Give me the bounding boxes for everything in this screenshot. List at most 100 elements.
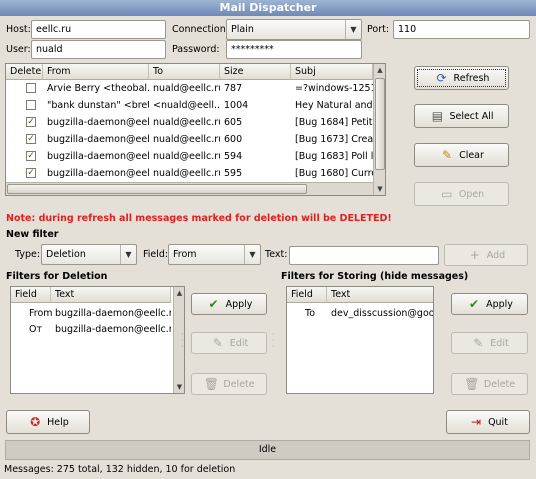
message-size: 1004 [224, 100, 249, 111]
message-subject: [Bug 1683] Poll log [295, 151, 373, 162]
lifebuoy-icon: ✪ [30, 415, 41, 429]
message-subject: [Bug 1673] Creatin [295, 134, 373, 145]
filter-text: bugzilla-daemon@eellc.ru [55, 324, 171, 335]
table-row[interactable]: Arvie Berry <theobal... nuald@eellc.ru 787… [6, 80, 373, 97]
field-label: Field: [143, 249, 169, 260]
message-size: 595 [224, 168, 243, 179]
table-row[interactable]: ✓ bugzilla-daemon@eellc... nuald@eellc.ru 6… [6, 131, 373, 148]
new-filter-heading: New filter [6, 229, 59, 240]
message-to: nuald@eellc.ru [153, 134, 220, 145]
deletion-filters-table[interactable]: Field Text From bugzilla-daemon@eellc.ru… [10, 286, 185, 394]
connection-label: Connection: [172, 24, 229, 35]
column-header-size[interactable]: Size [220, 64, 291, 80]
scroll-up-icon[interactable]: ▲ [174, 287, 184, 299]
message-subject: [Bug 1680] Curren [295, 168, 373, 179]
message-from: bugzilla-daemon@eellc... [47, 134, 149, 145]
field-select[interactable]: From ▼ [168, 244, 261, 265]
help-button[interactable]: ✪ Help [6, 410, 90, 434]
table-row[interactable]: ✓ bugzilla-daemon@eellc... nuald@eellc.ru 6… [6, 114, 373, 131]
select-all-label: Select All [449, 110, 494, 122]
scroll-down-icon[interactable]: ▼ [374, 183, 385, 195]
messages-horizontal-scrollbar[interactable] [6, 182, 373, 195]
select-all-icon: ▤ [431, 109, 444, 123]
table-row[interactable]: "bank dunstan" <bret... <nuald@eell... 100… [6, 97, 373, 114]
statusbar-text: Messages: 275 total, 132 hidden, 10 for … [4, 464, 236, 475]
message-size: 594 [224, 151, 243, 162]
port-input[interactable]: 110 [393, 20, 530, 39]
column-header-field[interactable]: Field [287, 287, 327, 303]
filter-text-input[interactable] [289, 246, 439, 265]
clear-button[interactable]: ✎ Clear [414, 143, 509, 167]
table-row[interactable]: To dev_disscussion@googl [287, 305, 433, 322]
table-row[interactable]: От bugzilla-daemon@eellc.ru [11, 321, 171, 338]
column-header-text[interactable]: Text [51, 287, 171, 303]
progress-status: Idle [5, 440, 530, 460]
column-header-from[interactable]: From [43, 64, 149, 80]
messages-table[interactable]: Delete From To Size Subj Arvie Berry <th… [5, 63, 386, 196]
connection-select[interactable]: Plain ▼ [226, 19, 362, 40]
delete-checkbox[interactable] [26, 100, 36, 110]
deletion-edit-label: Edit [229, 337, 249, 349]
message-to: nuald@eellc.ru [153, 151, 220, 162]
add-icon: + [469, 248, 480, 262]
open-button[interactable]: ▭ Open [414, 182, 509, 206]
deletion-apply-button[interactable]: ✔ Apply [191, 293, 267, 315]
help-label: Help [47, 416, 69, 428]
message-subject: Hey Natural and Sa [295, 100, 373, 111]
refresh-icon: ⟳ [436, 71, 447, 85]
messages-vertical-scrollbar[interactable]: ▲ ▼ [373, 64, 385, 195]
delete-checkbox[interactable]: ✓ [26, 168, 36, 178]
password-input[interactable]: ********* [226, 40, 362, 59]
column-header-field[interactable]: Field [11, 287, 51, 303]
hscroll-thumb[interactable] [7, 184, 307, 194]
delete-checkbox[interactable]: ✓ [26, 151, 36, 161]
message-to: <nuald@eell... [153, 100, 220, 111]
table-row[interactable]: ✓ bugzilla-daemon@eellc... nuald@eellc.ru 5… [6, 148, 373, 165]
user-label: User: [6, 44, 31, 55]
deletion-delete-button[interactable]: 🗑 Delete [191, 373, 267, 395]
trash-icon: 🗑 [203, 377, 219, 391]
storing-edit-button[interactable]: ✎ Edit [451, 332, 528, 354]
table-row[interactable]: ✓ bugzilla-daemon@eellc... nuald@eellc.ru 5… [6, 165, 373, 182]
add-filter-button[interactable]: + Add [444, 244, 528, 266]
filter-text: dev_disscussion@googl [331, 308, 433, 319]
message-subject: [Bug 1684] Petition [295, 117, 373, 128]
field-value: From [173, 249, 197, 260]
connection-value: Plain [231, 24, 254, 35]
table-row[interactable]: From bugzilla-daemon@eellc.ru [11, 305, 171, 322]
edit-icon: ✎ [473, 336, 484, 350]
add-label: Add [486, 249, 506, 261]
pane-grip[interactable]: · · · [181, 331, 185, 351]
host-input[interactable]: eellc.ru [31, 20, 166, 39]
scroll-down-icon[interactable]: ▼ [174, 381, 184, 393]
column-header-delete[interactable]: Delete [6, 64, 43, 80]
message-from: Arvie Berry <theobal... [47, 83, 149, 94]
type-select[interactable]: Deletion ▼ [41, 244, 137, 265]
quit-label: Quit [488, 416, 508, 428]
column-header-to[interactable]: To [149, 64, 220, 80]
quit-button[interactable]: ⇥ Quit [446, 410, 530, 434]
storing-edit-label: Edit [490, 337, 509, 349]
scrollbar-thumb[interactable] [375, 78, 385, 170]
deletion-warning: Note: during refresh all messages marked… [6, 213, 392, 224]
deletion-edit-button[interactable]: ✎ Edit [191, 332, 267, 354]
deletion-apply-label: Apply [225, 298, 253, 310]
scroll-up-icon[interactable]: ▲ [374, 64, 385, 76]
column-header-subj[interactable]: Subj [291, 64, 373, 80]
refresh-button[interactable]: ⟳ Refresh [414, 66, 509, 90]
filter-field: От [29, 324, 43, 335]
delete-checkbox[interactable]: ✓ [26, 117, 36, 127]
pane-separator-grip[interactable]: · · · [272, 331, 276, 351]
storing-filters-table[interactable]: Field Text To dev_disscussion@googl [286, 286, 434, 394]
user-input[interactable]: nuald [31, 40, 166, 59]
delete-checkbox[interactable] [26, 83, 36, 93]
filter-field: To [305, 308, 316, 319]
chevron-down-icon: ▼ [120, 245, 136, 264]
broom-icon: ✎ [442, 148, 453, 162]
delete-checkbox[interactable]: ✓ [26, 134, 36, 144]
column-header-text[interactable]: Text [327, 287, 433, 303]
select-all-button[interactable]: ▤ Select All [414, 104, 509, 128]
storing-apply-button[interactable]: ✔ Apply [451, 293, 528, 315]
host-label: Host: [6, 24, 31, 35]
storing-delete-button[interactable]: 🗑 Delete [451, 373, 528, 395]
